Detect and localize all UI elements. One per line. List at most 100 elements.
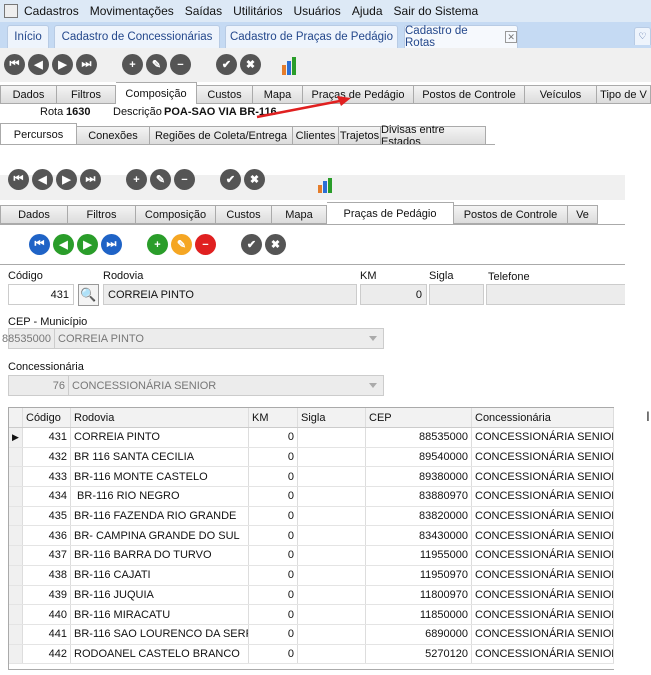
- tab-label: Trajetos: [339, 129, 380, 142]
- table-row[interactable]: 439 BR-116 JUQUIA 0 11800970 CONCESSIONÁRIA …: [9, 585, 614, 606]
- telefone-input[interactable]: [486, 284, 625, 305]
- lower-tab-2[interactable]: Composição: [136, 205, 216, 224]
- doc-tab-inicio[interactable]: Início: [7, 25, 49, 48]
- doc-tab-rotas[interactable]: Cadastro de Rotas ✕: [404, 25, 518, 49]
- concessionaria-combo[interactable]: 76 CONCESSIONÁRIA SENIOR: [8, 375, 384, 396]
- doc-tab-concessionarias[interactable]: Cadastro de Concessionárias: [54, 25, 220, 48]
- column-header[interactable]: KM: [249, 408, 298, 427]
- sub-tab-2[interactable]: Regiões de Coleta/Entrega: [150, 126, 293, 145]
- tab-label: Tipo de V: [600, 88, 647, 101]
- table-row[interactable]: 434 BR-116 RIO NEGRO 0 83880970 CONCESSIONÁ…: [9, 487, 614, 507]
- main-tab-8[interactable]: Tipo de V: [597, 85, 651, 104]
- table-row[interactable]: 442 RODOANEL CASTELO BRANCO 0 5270120 CONCES…: [9, 644, 614, 665]
- main-tab-7[interactable]: Veículos: [525, 85, 597, 104]
- chevron-down-icon[interactable]: [369, 383, 377, 388]
- last-record-icon[interactable]: ⏭: [76, 54, 97, 75]
- cancel-icon[interactable]: ✖: [244, 169, 265, 190]
- chart-settings-icon[interactable]: [318, 177, 338, 193]
- table-row[interactable]: 433 BR-116 MONTE CASTELO 0 89380000 CONCESSI…: [9, 467, 614, 488]
- table-row[interactable]: 441 BR-116 SAO LOURENCO DA SERR 0 6890000 CO…: [9, 624, 614, 645]
- edit-icon[interactable]: ✎: [150, 169, 171, 190]
- add-icon[interactable]: +: [126, 169, 147, 190]
- sub-tab-3[interactable]: Clientes: [293, 126, 339, 145]
- sigla-input[interactable]: [429, 284, 484, 305]
- next-record-icon[interactable]: ▶: [77, 234, 98, 255]
- km-input[interactable]: 0: [360, 284, 427, 305]
- edit-icon[interactable]: ✎: [171, 234, 192, 255]
- row-indicator: [9, 447, 23, 467]
- next-record-icon[interactable]: ▶: [56, 169, 77, 190]
- doc-tab-pracas[interactable]: Cadastro de Praças de Pedágio: [225, 25, 398, 48]
- tab-list-dropdown-icon[interactable]: ♡: [634, 27, 651, 45]
- delete-icon[interactable]: −: [195, 234, 216, 255]
- chart-settings-icon[interactable]: [282, 55, 302, 75]
- delete-icon[interactable]: −: [174, 169, 195, 190]
- row-indicator: [9, 506, 23, 526]
- table-row[interactable]: 438 BR-116 CAJATI 0 11950970 CONCESSIONÁRIA …: [9, 565, 614, 586]
- add-icon[interactable]: +: [122, 54, 143, 75]
- last-record-icon[interactable]: ⏭: [101, 234, 122, 255]
- table-row[interactable]: 437 BR-116 BARRA DO TURVO 0 11955000 CONCESS…: [9, 546, 614, 566]
- first-record-icon[interactable]: ⏮: [8, 169, 29, 190]
- previous-record-icon[interactable]: ◀: [32, 169, 53, 190]
- table-row[interactable]: ▶ 431 CORREIA PINTO 0 88535000 CONCESSIONÁRIA…: [9, 428, 614, 448]
- lower-tab-6[interactable]: Postos de Controle: [454, 205, 568, 224]
- column-header[interactable]: Código: [23, 408, 71, 427]
- table-row[interactable]: 432 BR 116 SANTA CECILIA 0 89540000 CONCESSI…: [9, 447, 614, 468]
- menu-sair-do-sistema[interactable]: Sair do Sistema: [394, 4, 479, 18]
- confirm-icon[interactable]: ✔: [216, 54, 237, 75]
- sub-tab-0[interactable]: Percursos: [0, 123, 77, 145]
- main-tab-2[interactable]: Composição: [116, 82, 197, 104]
- lower-tab-3[interactable]: Custos: [216, 205, 272, 224]
- column-header[interactable]: CEP: [366, 408, 472, 427]
- grid-cell: BR- CAMPINA GRANDE DO SUL: [71, 526, 249, 546]
- grid-cell: 438: [23, 565, 71, 585]
- rodovia-input[interactable]: CORREIA PINTO: [103, 284, 357, 305]
- confirm-icon[interactable]: ✔: [241, 234, 262, 255]
- grid-cell: RODOANEL CASTELO BRANCO: [71, 644, 249, 664]
- search-icon[interactable]: 🔍: [78, 284, 99, 306]
- main-tab-6[interactable]: Postos de Controle: [414, 85, 525, 104]
- chevron-down-icon[interactable]: [369, 336, 377, 341]
- column-header[interactable]: Rodovia: [71, 408, 249, 427]
- menu-saídas[interactable]: Saídas: [185, 4, 222, 18]
- lower-tab-0[interactable]: Dados: [0, 205, 68, 224]
- lower-tab-4[interactable]: Mapa: [272, 205, 327, 224]
- main-tab-0[interactable]: Dados: [0, 85, 57, 104]
- main-tab-1[interactable]: Filtros: [57, 85, 116, 104]
- menu-utilitários[interactable]: Utilitários: [233, 4, 282, 18]
- table-row[interactable]: 440 BR-116 MIRACATU 0 11850000 CONCESSIONÁRI…: [9, 605, 614, 625]
- menu-cadastros[interactable]: Cadastros: [24, 4, 79, 18]
- delete-icon[interactable]: −: [170, 54, 191, 75]
- previous-record-icon[interactable]: ◀: [53, 234, 74, 255]
- first-record-icon[interactable]: ⏮: [4, 54, 25, 75]
- lower-tab-1[interactable]: Filtros: [68, 205, 136, 224]
- main-tab-3[interactable]: Custos: [197, 85, 253, 104]
- codigo-input[interactable]: 431: [8, 284, 74, 305]
- next-record-icon[interactable]: ▶: [52, 54, 73, 75]
- sub-tab-4[interactable]: Trajetos: [339, 126, 381, 145]
- column-header[interactable]: Sigla: [298, 408, 366, 427]
- lower-tab-7[interactable]: Ve: [568, 205, 598, 224]
- edit-icon[interactable]: ✎: [146, 54, 167, 75]
- pracas-grid: Código Rodovia KM Sigla CEP Concessionária ▶ 43…: [8, 407, 614, 670]
- divider: [0, 264, 625, 265]
- sub-tab-5[interactable]: Divisas entre Estados: [381, 124, 486, 148]
- lower-tab-5[interactable]: Praças de Pedágio: [327, 202, 454, 224]
- last-record-icon[interactable]: ⏭: [80, 169, 101, 190]
- confirm-icon[interactable]: ✔: [220, 169, 241, 190]
- table-row[interactable]: 435 BR-116 FAZENDA RIO GRANDE 0 83820000 CON…: [9, 506, 614, 527]
- menu-usuários[interactable]: Usuários: [293, 4, 340, 18]
- table-row[interactable]: 436 BR- CAMPINA GRANDE DO SUL 0 83430000 CON…: [9, 526, 614, 547]
- cancel-icon[interactable]: ✖: [265, 234, 286, 255]
- cancel-icon[interactable]: ✖: [240, 54, 261, 75]
- column-header[interactable]: Concessionária: [472, 408, 614, 427]
- menu-movimentações[interactable]: Movimentações: [90, 4, 174, 18]
- menu-ajuda[interactable]: Ajuda: [352, 4, 383, 18]
- add-icon[interactable]: +: [147, 234, 168, 255]
- previous-record-icon[interactable]: ◀: [28, 54, 49, 75]
- close-icon[interactable]: ✕: [505, 31, 517, 43]
- sub-tab-1[interactable]: Conexões: [77, 126, 150, 145]
- first-record-icon[interactable]: ⏮: [29, 234, 50, 255]
- cep-municipio-combo[interactable]: 88535000 CORREIA PINTO: [2, 328, 384, 349]
